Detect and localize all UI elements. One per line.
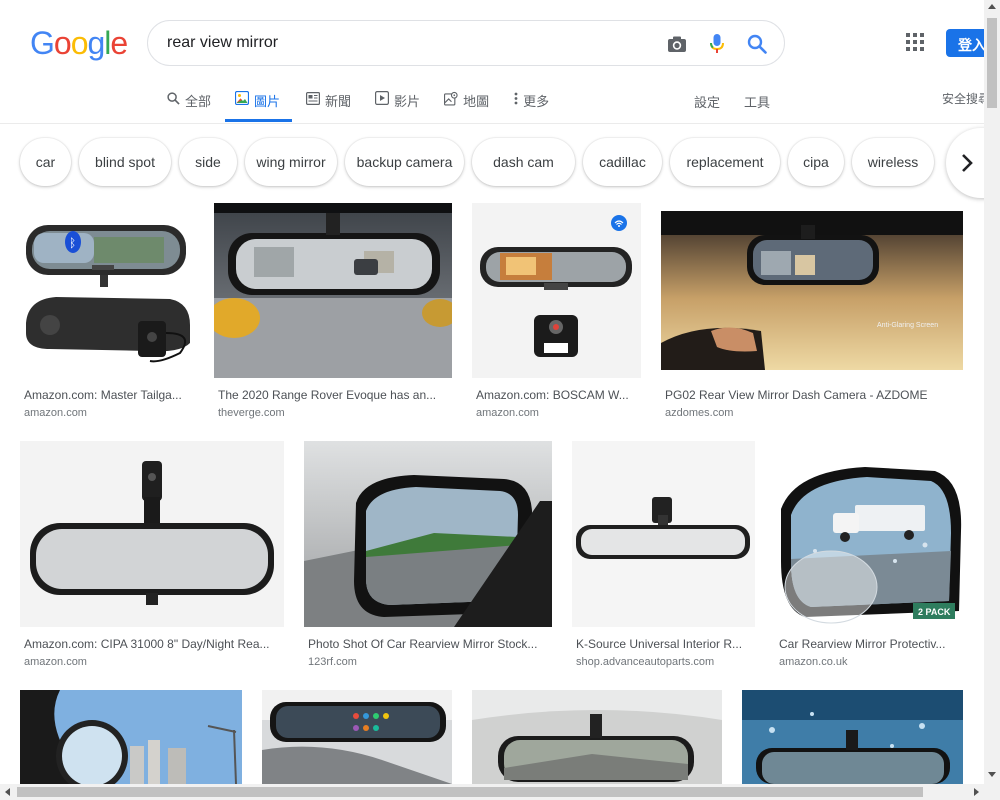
tab-label: 新聞: [325, 94, 352, 109]
camera-icon[interactable]: [666, 33, 688, 55]
result-thumbnail[interactable]: [20, 690, 242, 784]
tab-label: 圖片: [254, 94, 281, 109]
result-thumbnail[interactable]: [472, 203, 641, 378]
scroll-up-arrow-icon[interactable]: [988, 4, 996, 9]
tab-videos[interactable]: 影片: [375, 90, 420, 122]
search-input[interactable]: [167, 32, 647, 54]
image-result[interactable]: [262, 690, 452, 784]
result-domain: amazon.com: [476, 407, 539, 419]
scroll-down-arrow-icon[interactable]: [988, 772, 996, 777]
image-result[interactable]: ᛒ Amazon.com: Master Tailga... amazon.co…: [20, 203, 194, 423]
result-title[interactable]: Car Rearview Mirror Protectiv...: [779, 637, 961, 651]
image-result[interactable]: 2 PACK Car Rearview Mirror Protectiv... …: [775, 441, 963, 671]
tab-maps[interactable]: 地圖: [444, 90, 489, 122]
result-domain: amazon.com: [24, 407, 87, 419]
chip[interactable]: cipa: [788, 138, 844, 186]
related-chips: car blind spot side wing mirror backup c…: [20, 138, 942, 188]
result-title[interactable]: K-Source Universal Interior R...: [576, 637, 753, 651]
vertical-scrollbar[interactable]: [984, 0, 1000, 784]
logo-letter: o: [53, 25, 72, 61]
image-result[interactable]: K-Source Universal Interior R... shop.ad…: [572, 441, 755, 671]
tab-label: 地圖: [463, 94, 490, 109]
logo-letter: G: [30, 25, 55, 61]
chip[interactable]: side: [179, 138, 237, 186]
chip[interactable]: car: [20, 138, 71, 186]
image-result[interactable]: [472, 690, 722, 784]
more-vert-icon: [513, 91, 519, 105]
map-icon: [444, 91, 458, 106]
result-domain: theverge.com: [218, 407, 285, 419]
tools-link[interactable]: 工具: [744, 92, 770, 111]
chip[interactable]: wireless: [852, 138, 934, 186]
chip[interactable]: cadillac: [583, 138, 662, 186]
tab-label: 更多: [523, 94, 550, 109]
anti-glare-label: Anti-Glaring Screen: [877, 322, 938, 329]
result-title[interactable]: The 2020 Range Rover Evoque has an...: [218, 388, 450, 402]
logo-letter: o: [70, 25, 89, 61]
result-title[interactable]: Amazon.com: CIPA 31000 8" Day/Night Rea.…: [24, 637, 282, 651]
horizontal-scroll-thumb[interactable]: [17, 787, 923, 797]
result-title[interactable]: Photo Shot Of Car Rearview Mirror Stock.…: [308, 637, 550, 651]
scroll-left-arrow-icon[interactable]: [5, 788, 10, 796]
result-domain: azdomes.com: [665, 407, 734, 419]
news-icon: [306, 91, 321, 105]
top-header: Google 登入 全部 圖片 新聞 影片: [0, 0, 1000, 124]
result-thumbnail[interactable]: [304, 441, 552, 627]
tab-more[interactable]: 更多: [513, 90, 549, 122]
result-title[interactable]: Amazon.com: BOSCAM W...: [476, 388, 639, 402]
image-result[interactable]: The 2020 Range Rover Evoque has an... th…: [214, 203, 452, 423]
scroll-right-arrow-icon[interactable]: [974, 788, 979, 796]
search-icon[interactable]: [746, 33, 768, 55]
image-result[interactable]: [742, 690, 963, 784]
logo-letter: e: [110, 25, 128, 61]
image-icon: [235, 91, 250, 105]
tab-news[interactable]: 新聞: [306, 90, 351, 122]
result-thumbnail[interactable]: ᛒ: [20, 203, 194, 378]
chip[interactable]: blind spot: [79, 138, 171, 186]
result-domain: amazon.com: [24, 656, 87, 668]
result-domain: amazon.co.uk: [779, 656, 848, 668]
chip[interactable]: backup camera: [345, 138, 464, 186]
settings-link[interactable]: 設定: [694, 92, 720, 111]
safe-search-link[interactable]: 安全搜尋: [942, 90, 990, 107]
google-logo[interactable]: Google: [30, 25, 128, 62]
image-result[interactable]: Photo Shot Of Car Rearview Mirror Stock.…: [304, 441, 552, 671]
result-thumbnail[interactable]: [472, 690, 722, 784]
two-pack-label: 2 PACK: [918, 607, 951, 617]
result-title[interactable]: PG02 Rear View Mirror Dash Camera - AZDO…: [665, 388, 961, 402]
logo-letter: g: [87, 25, 105, 61]
image-result[interactable]: Amazon.com: BOSCAM W... amazon.com: [472, 203, 641, 423]
search-icon: [166, 91, 180, 105]
result-thumbnail[interactable]: [262, 690, 452, 784]
chevron-right-icon: [962, 154, 973, 172]
result-thumbnail[interactable]: 2 PACK: [775, 441, 963, 627]
microphone-icon[interactable]: [706, 33, 728, 55]
tab-label: 全部: [185, 94, 212, 109]
result-title[interactable]: Amazon.com: Master Tailga...: [24, 388, 192, 402]
chip[interactable]: wing mirror: [245, 138, 337, 186]
result-thumbnail[interactable]: Anti-Glaring Screen: [661, 203, 963, 378]
result-thumbnail[interactable]: [742, 690, 963, 784]
image-result[interactable]: Anti-Glaring Screen PG02 Rear View Mirro…: [661, 203, 963, 423]
apps-grid-icon[interactable]: [906, 33, 924, 51]
result-thumbnail[interactable]: [214, 203, 452, 378]
video-icon: [375, 91, 390, 105]
image-result[interactable]: [20, 690, 242, 784]
search-box: [147, 20, 785, 66]
svg-text:ᛒ: ᛒ: [69, 236, 76, 250]
result-domain: 123rf.com: [308, 656, 357, 668]
tab-label: 影片: [394, 94, 421, 109]
result-domain: shop.advanceautoparts.com: [576, 656, 715, 668]
tab-images[interactable]: 圖片: [225, 90, 293, 122]
chip[interactable]: replacement: [670, 138, 780, 186]
tab-all[interactable]: 全部: [166, 90, 211, 122]
result-thumbnail[interactable]: [20, 441, 284, 627]
chip[interactable]: dash cam: [472, 138, 575, 186]
search-tabs: 全部 圖片 新聞 影片 地圖 更多: [166, 90, 573, 123]
image-result[interactable]: Amazon.com: CIPA 31000 8" Day/Night Rea.…: [20, 441, 284, 671]
vertical-scroll-thumb[interactable]: [987, 18, 997, 108]
result-thumbnail[interactable]: [572, 441, 755, 627]
